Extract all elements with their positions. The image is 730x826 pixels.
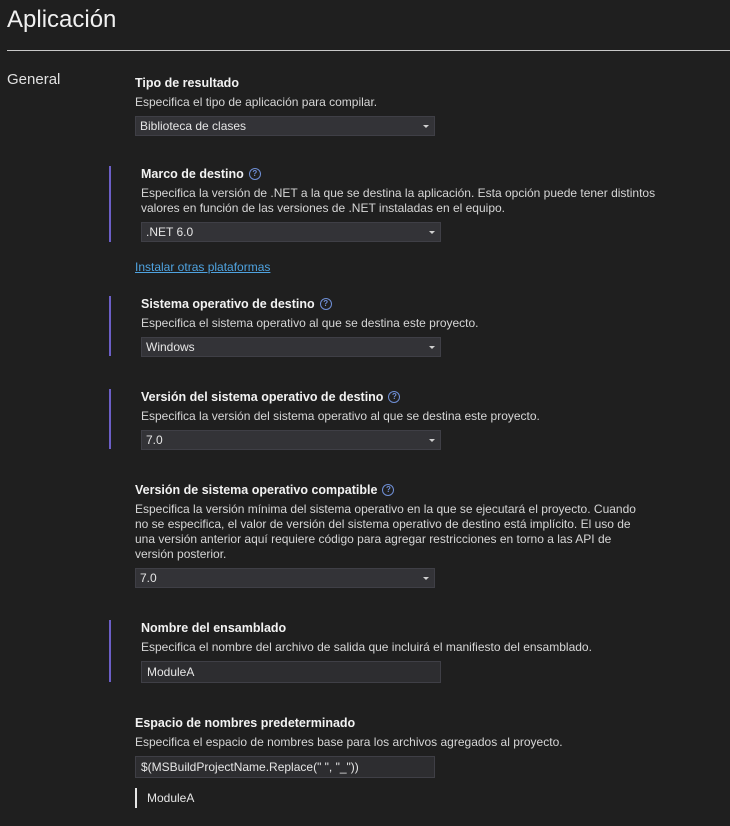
chevron-down-icon: [429, 231, 435, 234]
target-os-version-label: Versión del sistema operativo de destino…: [141, 389, 661, 405]
nav-general[interactable]: General: [7, 71, 60, 88]
help-icon[interactable]: ?: [388, 391, 401, 403]
assembly-name-label: Nombre del ensamblado: [141, 621, 287, 635]
target-framework-value: .NET 6.0: [146, 225, 194, 239]
target-os-version-select[interactable]: 7.0: [141, 430, 441, 450]
chevron-down-icon: [423, 125, 429, 128]
assembly-name-section: Nombre del ensamblado Especifica el nomb…: [109, 620, 661, 683]
output-type-section: Tipo de resultado Especifica el tipo de …: [135, 75, 655, 136]
target-os-version-value: 7.0: [146, 433, 163, 447]
target-os-label: Sistema operativo de destino ?: [141, 296, 661, 312]
target-os-version-section: Versión del sistema operativo de destino…: [109, 389, 661, 450]
chevron-down-icon: [429, 439, 435, 442]
chevron-down-icon: [429, 346, 435, 349]
default-namespace-description: Especifica el espacio de nombres base pa…: [135, 735, 563, 749]
supported-os-version-label: Versión de sistema operativo compatible …: [135, 482, 655, 498]
assembly-name-description: Especifica el nombre del archivo de sali…: [141, 640, 592, 654]
target-framework-section: Marco de destino ? Especifica la versión…: [109, 166, 661, 242]
help-icon[interactable]: ?: [248, 168, 261, 180]
target-framework-select[interactable]: .NET 6.0: [141, 222, 441, 242]
supported-os-version-section: Versión de sistema operativo compatible …: [135, 482, 655, 588]
target-framework-description: Especifica la versión de .NET a la que s…: [141, 186, 656, 215]
page-title: Aplicación: [7, 6, 117, 33]
output-type-label: Tipo de resultado: [135, 76, 239, 90]
target-os-value: Windows: [146, 340, 195, 354]
output-type-description: Especifica el tipo de aplicación para co…: [135, 95, 378, 109]
supported-os-version-description: Especifica la versión mínima del sistema…: [135, 502, 636, 561]
default-namespace-evaluated: ModuleA: [135, 788, 655, 808]
help-icon[interactable]: ?: [382, 484, 395, 496]
target-os-description: Especifica el sistema operativo al que s…: [141, 316, 479, 330]
chevron-down-icon: [423, 577, 429, 580]
default-namespace-label: Espacio de nombres predeterminado: [135, 716, 356, 730]
supported-os-version-select[interactable]: 7.0: [135, 568, 435, 588]
help-icon[interactable]: ?: [319, 298, 332, 310]
target-os-version-description: Especifica la versión del sistema operat…: [141, 409, 540, 423]
title-divider: [7, 50, 730, 51]
install-other-frameworks-link[interactable]: Instalar otras plataformas: [135, 260, 270, 274]
output-type-select[interactable]: Biblioteca de clases: [135, 116, 435, 136]
target-os-section: Sistema operativo de destino ? Especific…: [109, 296, 661, 357]
supported-os-version-value: 7.0: [140, 571, 157, 585]
default-namespace-section: Espacio de nombres predeterminado Especi…: [135, 715, 655, 808]
target-framework-label: Marco de destino ?: [141, 166, 661, 182]
default-namespace-input[interactable]: $(MSBuildProjectName.Replace(" ", "_")): [135, 756, 435, 778]
target-os-select[interactable]: Windows: [141, 337, 441, 357]
output-type-value: Biblioteca de clases: [140, 119, 247, 133]
assembly-name-input[interactable]: ModuleA: [141, 661, 441, 683]
